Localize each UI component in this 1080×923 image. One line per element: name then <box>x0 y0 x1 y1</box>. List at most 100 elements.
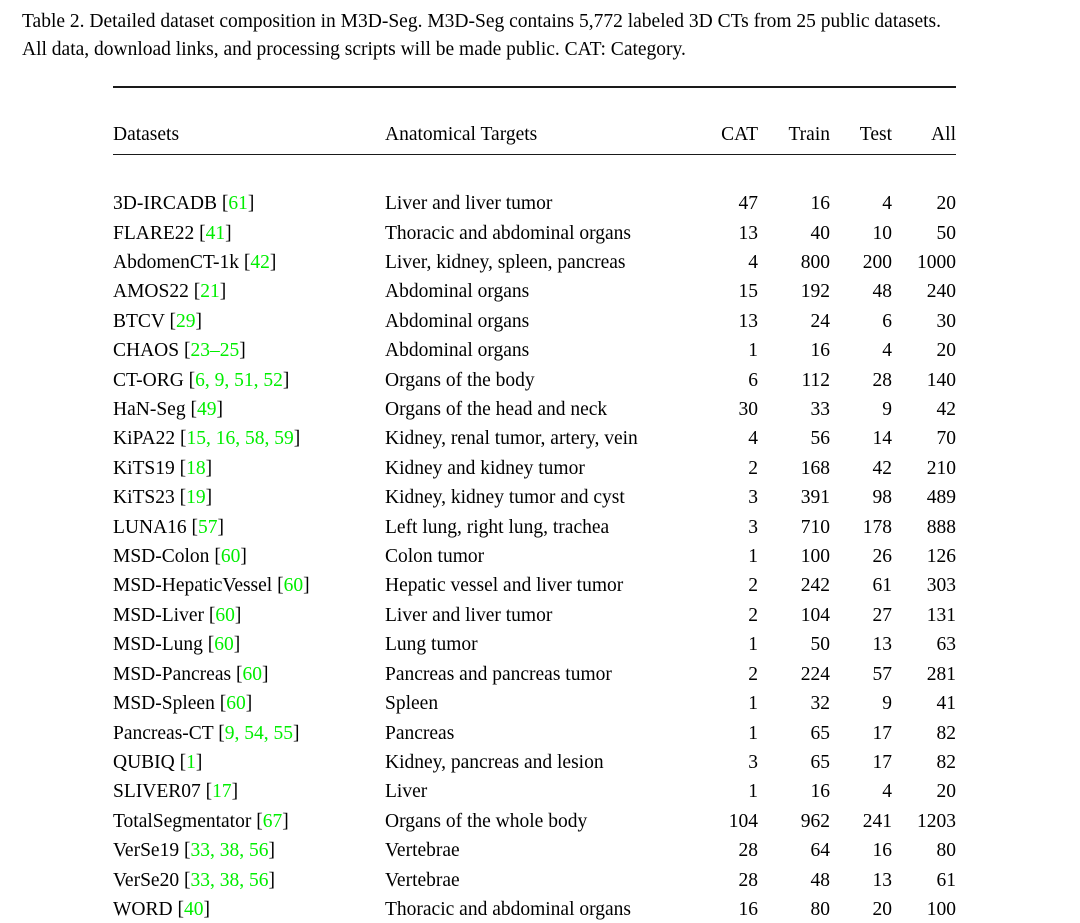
citation-bracket-close: ] <box>205 487 213 509</box>
citation-ref[interactable]: 61 <box>228 193 248 214</box>
dataset-name: MSD-Pancreas <box>113 663 232 685</box>
citation-ref[interactable]: 33, 38, 56 <box>190 870 268 891</box>
test-count-cell: 26 <box>872 546 893 568</box>
dataset-name: AbdomenCT-1k <box>113 252 240 273</box>
train-count-cell: 104 <box>800 604 830 626</box>
train-count-cell: 65 <box>810 751 831 773</box>
citation-bracket-close: ] <box>261 663 269 685</box>
dataset-name: KiTS23 <box>113 487 175 509</box>
citation-ref[interactable]: 42 <box>250 252 270 273</box>
dataset-name-cell: MSD-Spleen [60] <box>113 689 385 718</box>
dataset-name-cell: MSD-Colon [60] <box>113 542 385 571</box>
citation-ref[interactable]: 60 <box>214 634 234 655</box>
test-count-cell: 48 <box>872 281 893 303</box>
dataset-name: WORD <box>113 898 173 920</box>
test-count-cell: 4 <box>882 340 892 362</box>
citation-ref[interactable]: 18 <box>186 458 206 479</box>
citation-ref[interactable]: 33, 38, 56 <box>190 840 268 861</box>
dataset-name-cell: CT-ORG [6, 9, 51, 52] <box>113 366 385 395</box>
cat-count-cell: 4 <box>748 428 758 450</box>
anatomical-target-cell: Organs of the body <box>385 369 535 391</box>
train-count-cell: 32 <box>810 693 831 715</box>
table-row: VerSe19 [33, 38, 56] Vertebrae 28 64 16 80 <box>113 836 956 865</box>
citation-ref[interactable]: 17 <box>212 781 232 802</box>
test-count-cell: 6 <box>882 310 892 332</box>
all-count-cell: 70 <box>936 428 957 450</box>
table-row: TotalSegmentator [67] Organs of the whole… <box>113 807 956 836</box>
citation-ref[interactable]: 41 <box>206 223 226 244</box>
cat-count-cell: 1 <box>748 546 758 568</box>
column-header-all: All <box>931 124 956 146</box>
table-row: WORD [40] Thoracic and abdominal organs 16… <box>113 895 956 923</box>
dataset-name: Pancreas-CT <box>113 722 214 744</box>
citation-ref[interactable]: 67 <box>263 811 283 832</box>
anatomical-target-cell: Organs of the whole body <box>385 810 588 832</box>
dataset-name: SLIVER07 <box>113 781 201 803</box>
anatomical-target-cell: Kidney, renal tumor, artery, vein <box>385 428 638 450</box>
column-header-datasets: Datasets <box>113 124 180 146</box>
anatomical-target-cell: Organs of the head and neck <box>385 399 608 421</box>
citation-bracket-close: ] <box>195 751 203 773</box>
anatomical-target-cell: Lung tumor <box>385 634 478 656</box>
train-count-cell: 168 <box>800 457 830 479</box>
train-count-cell: 50 <box>810 634 831 656</box>
cat-count-cell: 3 <box>748 751 758 773</box>
citation-ref[interactable]: 23–25 <box>190 340 239 361</box>
citation-ref[interactable]: 1 <box>186 752 196 773</box>
table-row: Pancreas-CT [9, 54, 55] Pancreas 1 65 17 82 <box>113 719 956 748</box>
dataset-name: AMOS22 <box>113 281 189 303</box>
citation-bracket-close: ] <box>225 222 232 244</box>
table-body: Datasets Anatomical Targets CAT Train Test Al… <box>113 85 957 923</box>
citation-ref[interactable]: 57 <box>198 517 218 538</box>
anatomical-target-cell: Liver <box>385 781 428 803</box>
cat-count-cell: 28 <box>738 840 759 862</box>
citation-ref[interactable]: 15, 16, 58, 59 <box>187 428 294 449</box>
citation-bracket-close: ] <box>245 693 253 715</box>
dataset-name: KiTS19 <box>113 457 175 479</box>
citation-ref[interactable]: 60 <box>221 546 241 567</box>
dataset-name: MSD-Spleen <box>113 693 215 715</box>
citation-ref[interactable]: 6, 9, 51, 52 <box>195 370 283 391</box>
cat-count-cell: 1 <box>748 781 758 803</box>
anatomical-target-cell: Vertebrae <box>385 869 460 891</box>
citation-ref[interactable]: 60 <box>284 575 304 596</box>
train-count-cell: 800 <box>800 252 830 273</box>
dataset-name-cell: MSD-HepaticVessel [60] <box>113 571 385 600</box>
table-row: AMOS22 [21] Abdominal organs 15 192 48 240 <box>113 277 956 306</box>
citation-ref[interactable]: 21 <box>200 281 220 302</box>
citation-ref[interactable]: 60 <box>226 693 246 714</box>
all-count-cell: 82 <box>936 751 957 773</box>
citation-bracket-close: ] <box>203 898 210 920</box>
all-count-cell: 126 <box>926 546 956 568</box>
test-count-cell: 9 <box>882 693 892 715</box>
cat-count-cell: 3 <box>748 516 758 538</box>
anatomical-target-cell: Thoracic and abdominal organs <box>385 898 632 920</box>
test-count-cell: 200 <box>862 252 892 273</box>
dataset-name: MSD-Liver <box>113 604 204 626</box>
citation-ref[interactable]: 60 <box>242 664 262 685</box>
table-row: CT-ORG [6, 9, 51, 52] Organs of the body 6… <box>113 366 956 395</box>
dataset-name: VerSe20 <box>113 869 180 891</box>
all-count-cell: 20 <box>936 193 957 215</box>
citation-ref[interactable]: 60 <box>215 605 235 626</box>
dataset-name-cell: TotalSegmentator [67] <box>113 807 385 836</box>
citation-ref[interactable]: 49 <box>197 399 217 420</box>
citation-bracket-close: ] <box>239 340 246 362</box>
all-count-cell: 140 <box>926 369 956 391</box>
train-count-cell: 24 <box>810 310 831 332</box>
rule-cell <box>113 85 956 118</box>
caption-line-1: Table 2. Detailed dataset composition in… <box>22 11 942 32</box>
citation-bracket-close: ] <box>217 516 225 538</box>
citation-ref[interactable]: 40 <box>184 899 204 920</box>
all-count-cell: 1000 <box>917 252 956 273</box>
citation-ref[interactable]: 19 <box>186 487 206 508</box>
dataset-name: BTCV <box>113 310 165 332</box>
dataset-name-cell: MSD-Liver [60] <box>113 601 385 630</box>
dataset-name-cell: VerSe19 [33, 38, 56] <box>113 836 385 865</box>
citation-bracket-close: ] <box>216 399 223 421</box>
citation-ref[interactable]: 9, 54, 55 <box>225 723 293 744</box>
dataset-composition-table: Datasets Anatomical Targets CAT Train Test Al… <box>113 85 957 923</box>
dataset-name-cell: KiPA22 [15, 16, 58, 59] <box>113 424 385 453</box>
all-count-cell: 63 <box>936 634 957 656</box>
citation-ref[interactable]: 29 <box>176 311 196 332</box>
